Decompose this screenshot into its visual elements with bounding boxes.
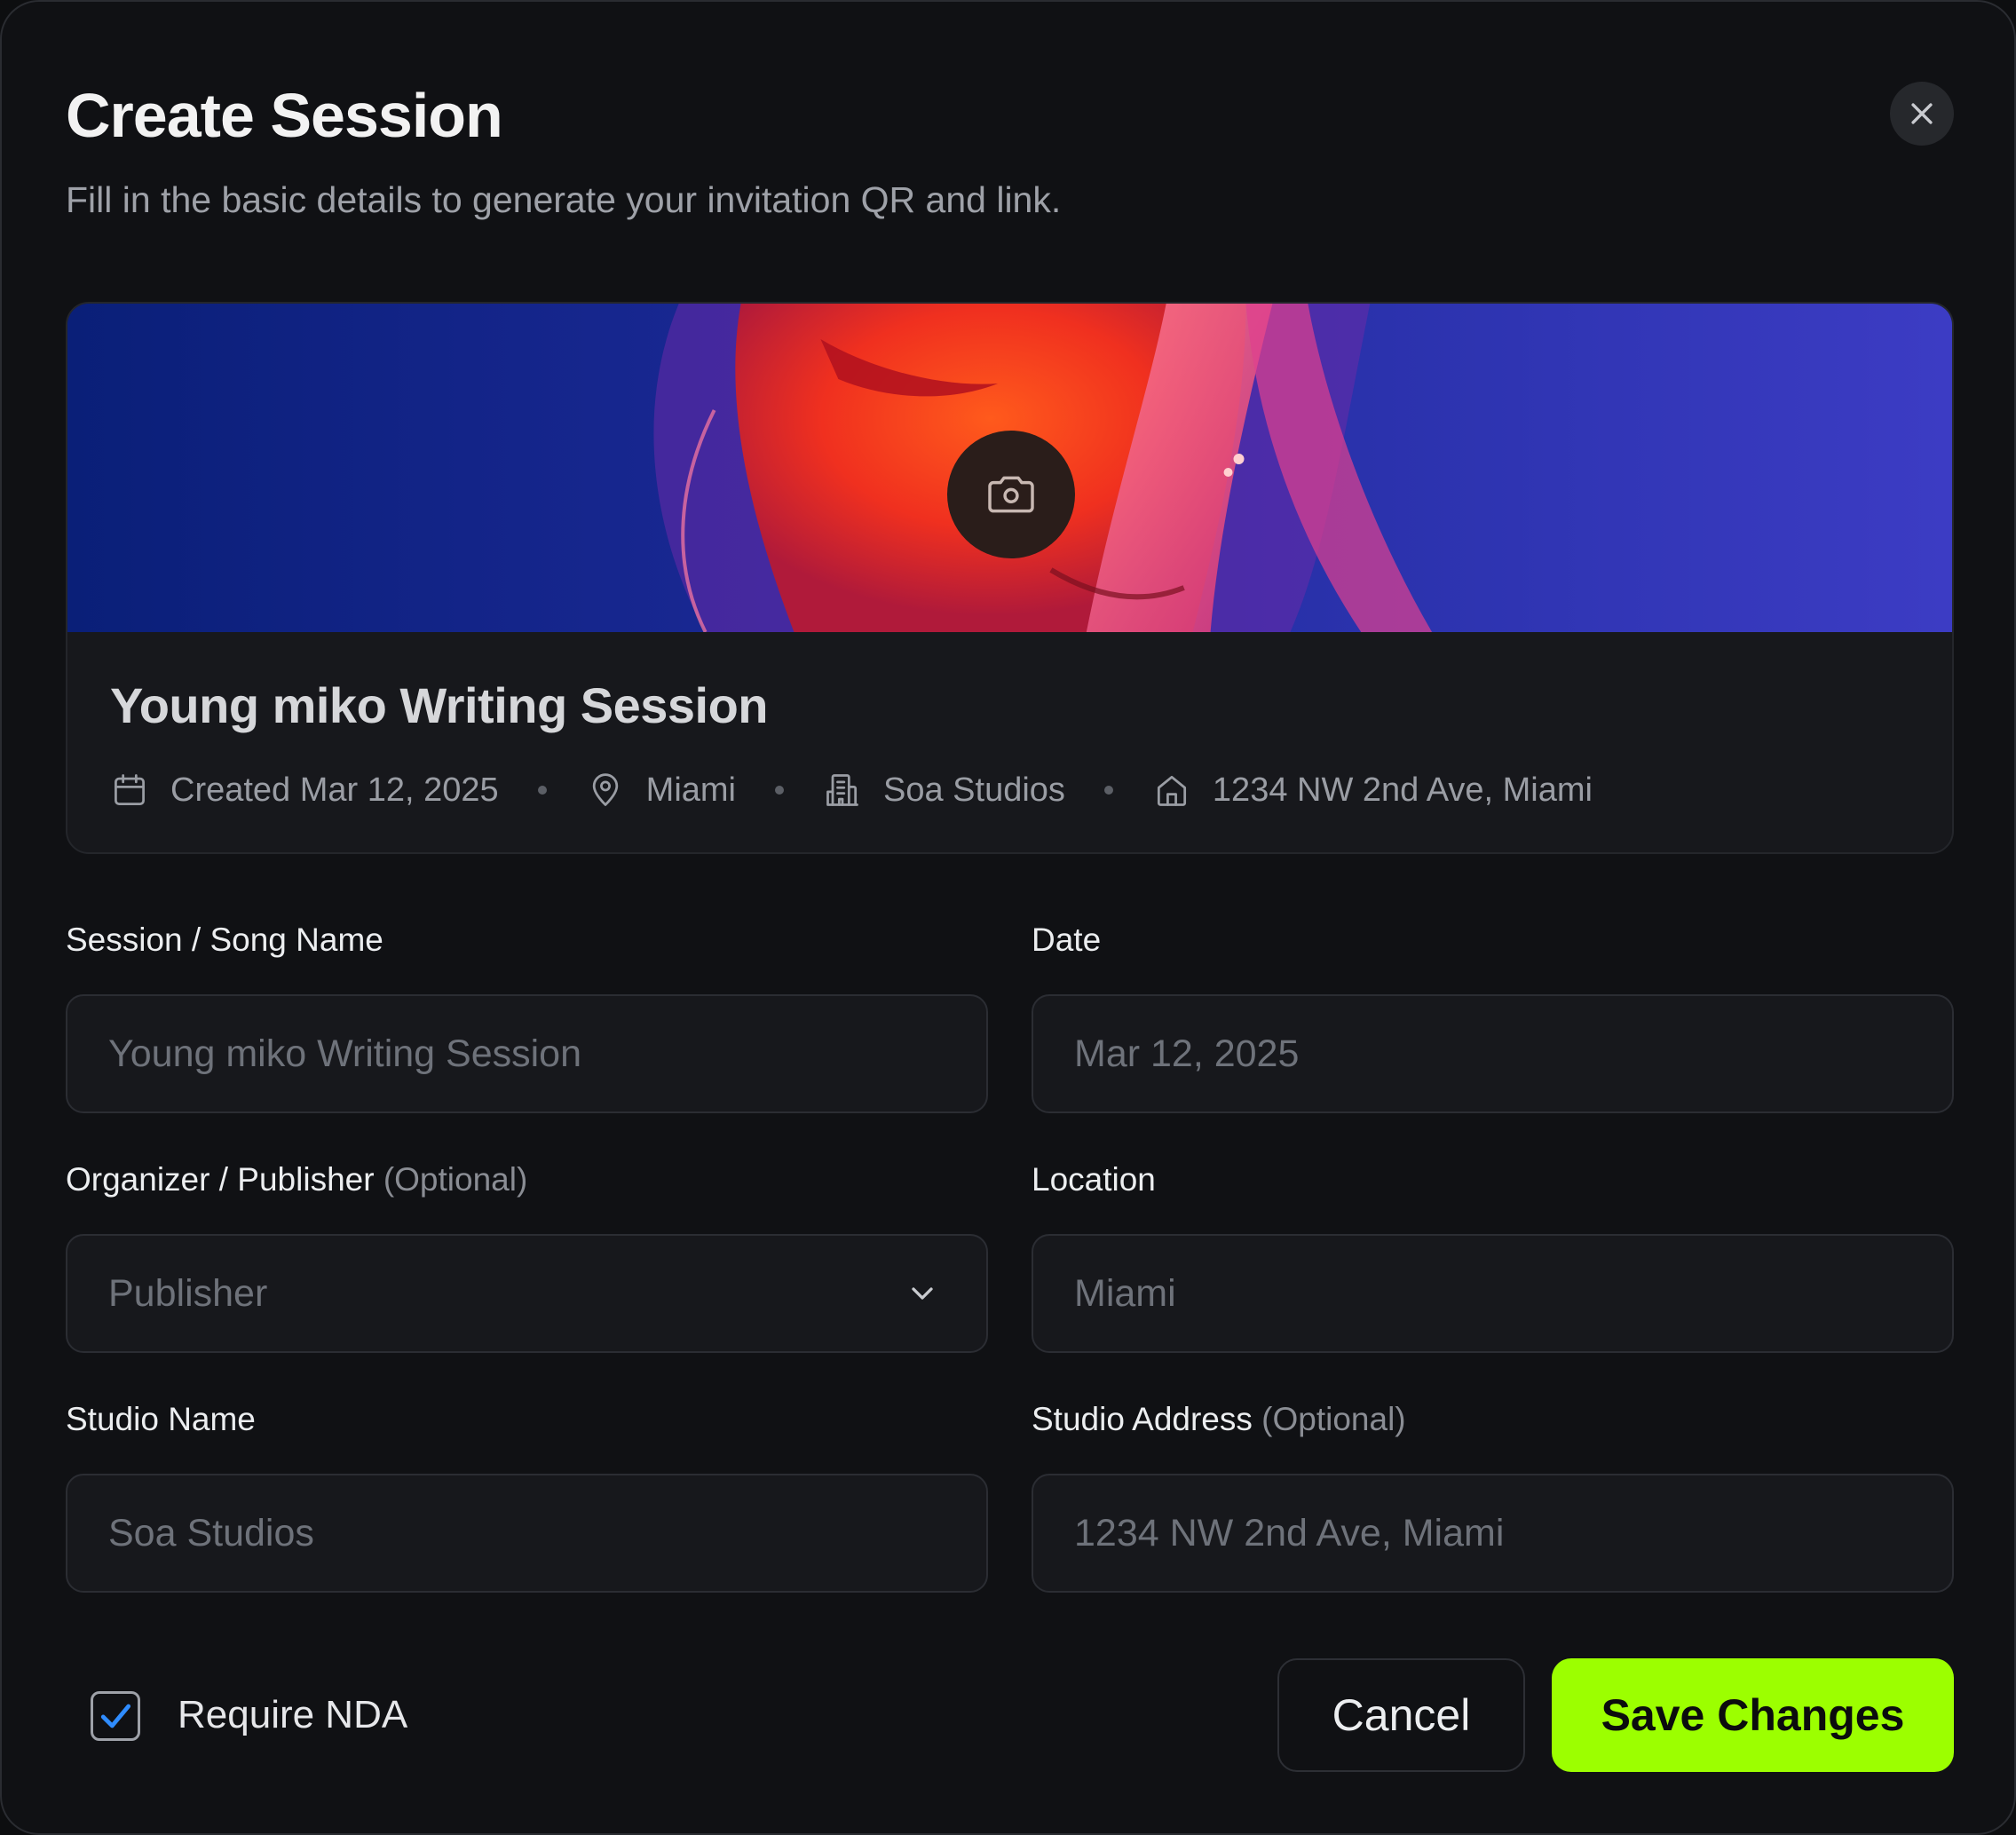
studio-address-label-text: Studio Address: [1032, 1401, 1253, 1437]
organizer-value: Publisher: [108, 1271, 268, 1315]
location-input[interactable]: Miami: [1032, 1234, 1954, 1353]
nda-checkbox[interactable]: [91, 1691, 140, 1741]
separator-dot: [1103, 786, 1113, 795]
close-button[interactable]: [1890, 82, 1954, 146]
separator-dot: [775, 786, 784, 795]
meta-studio-text: Soa Studios: [883, 771, 1065, 809]
studio-name-input[interactable]: Soa Studios: [66, 1474, 988, 1593]
date-value: Mar 12, 2025: [1074, 1032, 1300, 1075]
create-session-dialog: Create Session Fill in the basic details…: [0, 0, 2016, 1835]
studio-address-label: Studio Address (Optional): [1032, 1401, 1406, 1438]
organizer-label: Organizer / Publisher (Optional): [66, 1161, 527, 1198]
studio-address-value: 1234 NW 2nd Ave, Miami: [1074, 1511, 1505, 1554]
save-changes-button[interactable]: Save Changes: [1552, 1658, 1954, 1772]
meta-studio: Soa Studios: [823, 771, 1065, 810]
separator-dot: [537, 786, 547, 795]
meta-created: Created Mar 12, 2025: [110, 771, 499, 810]
session-name-label: Session / Song Name: [66, 921, 383, 958]
meta-created-text: Created Mar 12, 2025: [170, 771, 499, 809]
dialog-subtitle: Fill in the basic details to generate yo…: [66, 179, 1062, 220]
meta-city-text: Miami: [645, 771, 736, 809]
date-label: Date: [1032, 921, 1102, 958]
organizer-select[interactable]: Publisher: [66, 1234, 988, 1353]
session-title: Young miko Writing Session: [110, 677, 768, 733]
meta-city: Miami: [586, 771, 736, 810]
close-icon: [1911, 103, 1933, 124]
session-preview-card: Young miko Writing Session Created Mar 1…: [66, 302, 1954, 854]
chevron-down-icon: [912, 1287, 933, 1300]
organizer-label-text: Organizer / Publisher: [66, 1161, 375, 1198]
date-input[interactable]: Mar 12, 2025: [1032, 994, 1954, 1113]
session-name-value: Young miko Writing Session: [108, 1032, 582, 1075]
map-pin-icon: [592, 773, 618, 806]
studio-name-value: Soa Studios: [108, 1511, 314, 1554]
optional-tag: (Optional): [383, 1161, 528, 1198]
meta-address-text: 1234 NW 2nd Ave, Miami: [1212, 771, 1593, 809]
studio-address-input[interactable]: 1234 NW 2nd Ave, Miami: [1032, 1474, 1954, 1593]
camera-icon: [988, 476, 1034, 513]
change-cover-button[interactable]: [947, 431, 1075, 558]
location-value: Miami: [1074, 1271, 1176, 1315]
checkmark-icon: [100, 1704, 131, 1728]
calendar-icon: [115, 774, 145, 805]
location-label: Location: [1032, 1161, 1156, 1198]
meta-address: 1234 NW 2nd Ave, Miami: [1152, 771, 1593, 810]
session-meta: Created Mar 12, 2025 Miami Soa Studios 1…: [110, 765, 1593, 815]
studio-name-label: Studio Name: [66, 1401, 256, 1437]
home-icon: [1157, 775, 1186, 806]
cover-image[interactable]: [67, 304, 1952, 632]
optional-tag: (Optional): [1261, 1401, 1406, 1437]
session-name-input[interactable]: Young miko Writing Session: [66, 994, 988, 1113]
building-icon: [826, 774, 858, 806]
dialog-title: Create Session: [66, 81, 503, 150]
cancel-button[interactable]: Cancel: [1277, 1658, 1525, 1772]
nda-label[interactable]: Require NDA: [178, 1693, 407, 1737]
